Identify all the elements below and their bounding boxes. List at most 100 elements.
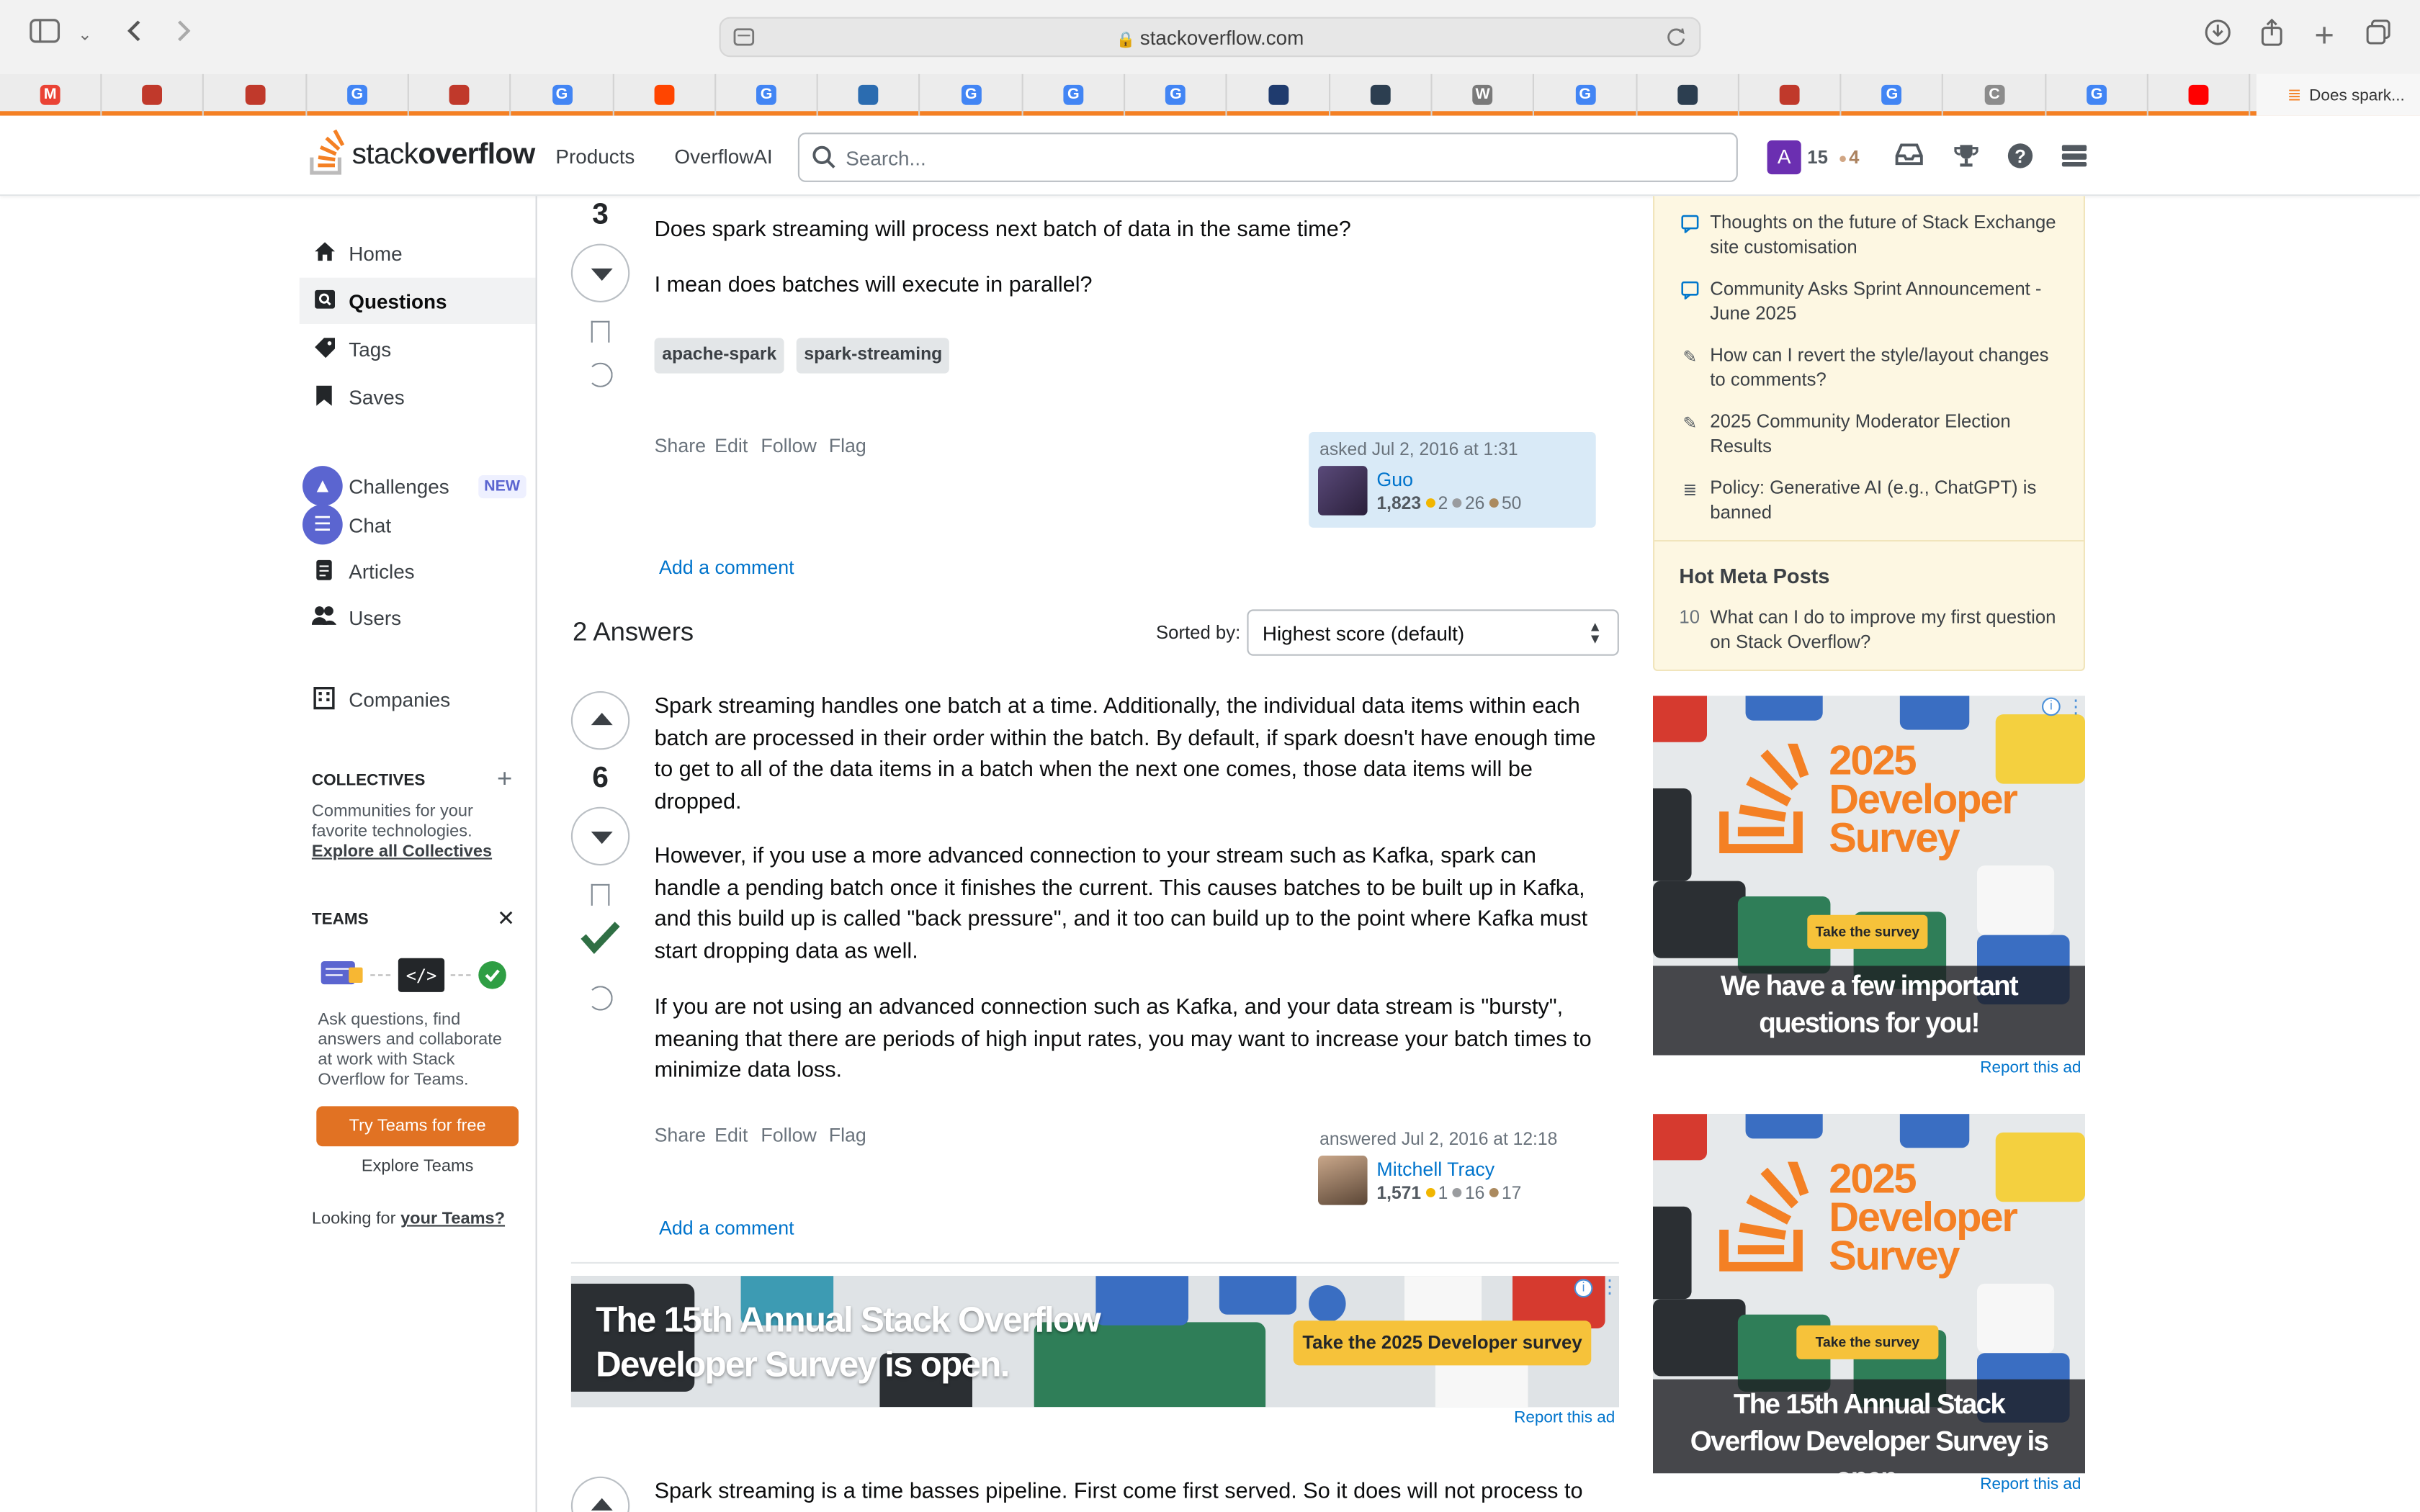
- ad-menu-icon[interactable]: ⋮: [2066, 696, 2085, 717]
- nav-questions[interactable]: Questions: [299, 277, 536, 324]
- favorite-item[interactable]: [614, 73, 716, 116]
- report-ad-link[interactable]: Report this ad: [1980, 1058, 2081, 1077]
- meta-item[interactable]: Thoughts on the future of Stack Exchange…: [1710, 210, 2065, 259]
- favorite-item[interactable]: G: [1842, 73, 1944, 116]
- favorite-item[interactable]: G: [1126, 73, 1228, 116]
- sort-select[interactable]: Highest score (default) ▲ ▼: [1247, 609, 1619, 656]
- add-comment-link[interactable]: Add a comment: [659, 557, 794, 579]
- forward-icon[interactable]: [166, 19, 200, 53]
- flag-link[interactable]: Flag: [829, 1125, 866, 1146]
- favorite-item[interactable]: [1228, 73, 1330, 116]
- nav-saves[interactable]: Saves: [300, 374, 536, 420]
- favorite-item[interactable]: G: [716, 73, 818, 116]
- history-icon[interactable]: [588, 986, 613, 1011]
- sidebar-toggle-icon[interactable]: [28, 19, 62, 53]
- favorite-item[interactable]: [102, 73, 205, 116]
- user-name-link[interactable]: Guo: [1376, 469, 1413, 490]
- history-icon[interactable]: [588, 362, 613, 387]
- user-avatar[interactable]: A: [1767, 140, 1801, 175]
- new-tab-icon[interactable]: +: [2308, 18, 2341, 53]
- site-switcher-icon[interactable]: [2059, 142, 2090, 173]
- follow-link[interactable]: Follow: [761, 435, 816, 456]
- favorite-item[interactable]: G: [2046, 73, 2148, 116]
- chevron-down-icon[interactable]: ⌄: [68, 19, 102, 53]
- follow-link[interactable]: Follow: [761, 1125, 816, 1146]
- reload-icon[interactable]: [1665, 26, 1687, 55]
- add-collective-icon[interactable]: +: [497, 764, 512, 795]
- ad-menu-icon[interactable]: ⋮: [1600, 1276, 1619, 1297]
- meta-item[interactable]: How can I revert the style/layout change…: [1710, 343, 2065, 392]
- favorite-item[interactable]: [1330, 73, 1433, 116]
- share-link[interactable]: Share: [655, 435, 706, 456]
- favorite-item[interactable]: G: [511, 73, 614, 116]
- stackoverflow-logo-icon[interactable]: [309, 129, 349, 184]
- take-survey-button[interactable]: Take the survey: [1807, 914, 1928, 949]
- ad-info-icon[interactable]: i: [1574, 1279, 1593, 1298]
- favorite-item[interactable]: G: [307, 73, 409, 116]
- downvote-button[interactable]: [570, 806, 630, 866]
- favorite-item[interactable]: [1739, 73, 1842, 116]
- nav-tags[interactable]: Tags: [300, 325, 536, 372]
- help-icon[interactable]: ?: [2005, 142, 2036, 173]
- your-teams-link[interactable]: your Teams?: [400, 1210, 505, 1228]
- sidebar-ad-1[interactable]: 2025 Developer Survey Take the survey We h…: [1653, 696, 2085, 1056]
- nav-chat[interactable]: ☰ Chat: [300, 501, 536, 547]
- bookmark-icon[interactable]: [591, 883, 610, 906]
- meta-item[interactable]: Policy: Generative AI (e.g., ChatGPT) is…: [1710, 475, 2065, 525]
- close-icon[interactable]: ✕: [497, 906, 515, 932]
- meta-item[interactable]: Community Asks Sprint Announcement - Jun…: [1710, 276, 2065, 326]
- back-icon[interactable]: [117, 19, 151, 53]
- favorite-item[interactable]: G: [1023, 73, 1126, 116]
- avatar[interactable]: [1318, 466, 1368, 516]
- tag-apache-spark[interactable]: apache-spark: [654, 338, 784, 374]
- overflowai-link[interactable]: OverflowAI: [674, 145, 772, 168]
- hot-meta-post[interactable]: What can I do to improve my first questi…: [1710, 605, 2065, 654]
- active-tab[interactable]: ≣ Does spark...: [2256, 73, 2420, 116]
- upvote-button[interactable]: [570, 1476, 630, 1512]
- achievements-icon[interactable]: [1951, 142, 1982, 173]
- upvote-button[interactable]: [570, 691, 630, 750]
- favorite-item[interactable]: G: [921, 73, 1023, 116]
- favorite-item[interactable]: C: [1944, 73, 2046, 116]
- edit-link[interactable]: Edit: [714, 1125, 748, 1146]
- explore-collectives-link[interactable]: Explore all Collectives: [312, 842, 492, 861]
- add-comment-link[interactable]: Add a comment: [659, 1218, 794, 1239]
- favorite-item[interactable]: [2148, 73, 2251, 116]
- report-ad-link[interactable]: Report this ad: [1980, 1475, 2081, 1494]
- products-link[interactable]: Products: [555, 145, 635, 168]
- ad-info-icon[interactable]: i: [2042, 697, 2061, 716]
- address-bar[interactable]: 🔒 stackoverflow.com: [719, 17, 1701, 58]
- nav-home[interactable]: Home: [300, 230, 536, 276]
- favorite-item[interactable]: G: [1535, 73, 1637, 116]
- user-name-link[interactable]: Mitchell Tracy: [1376, 1158, 1494, 1180]
- nav-users[interactable]: Users: [300, 594, 536, 640]
- share-icon[interactable]: [2255, 18, 2289, 53]
- favorite-item[interactable]: [819, 73, 920, 116]
- take-survey-button[interactable]: Take the 2025 Developer survey: [1293, 1320, 1592, 1366]
- favorite-item[interactable]: [409, 73, 511, 116]
- favorite-item[interactable]: [1637, 73, 1739, 116]
- downvote-button[interactable]: [570, 243, 630, 302]
- flag-link[interactable]: Flag: [829, 435, 866, 456]
- favorite-item[interactable]: W: [1433, 73, 1535, 116]
- nav-companies[interactable]: Companies: [300, 676, 536, 722]
- inbox-icon[interactable]: [1894, 142, 1924, 173]
- search-input[interactable]: Search...: [797, 132, 1738, 182]
- favorite-item[interactable]: M: [0, 73, 102, 116]
- report-ad-link[interactable]: Report this ad: [1514, 1408, 1615, 1427]
- try-teams-button[interactable]: Try Teams for free: [316, 1106, 519, 1147]
- meta-item[interactable]: 2025 Community Moderator Election Result…: [1710, 409, 2065, 459]
- banner-ad[interactable]: The 15th Annual Stack Overflow Developer…: [570, 1276, 1619, 1408]
- bookmark-icon[interactable]: [591, 320, 610, 343]
- sidebar-ad-2[interactable]: 2025 Developer Survey Take the survey The …: [1653, 1114, 2085, 1474]
- downloads-icon[interactable]: [2201, 19, 2235, 53]
- take-survey-button[interactable]: Take the survey: [1796, 1325, 1939, 1359]
- share-link[interactable]: Share: [655, 1125, 706, 1146]
- favorite-item[interactable]: [205, 73, 307, 116]
- explore-teams-link[interactable]: Explore Teams: [316, 1157, 519, 1176]
- avatar[interactable]: [1318, 1156, 1368, 1205]
- tab-overview-icon[interactable]: [2362, 19, 2396, 53]
- tag-spark-streaming[interactable]: spark-streaming: [796, 338, 950, 374]
- site-logo-text[interactable]: stackoverflow: [352, 139, 536, 173]
- edit-link[interactable]: Edit: [714, 435, 748, 456]
